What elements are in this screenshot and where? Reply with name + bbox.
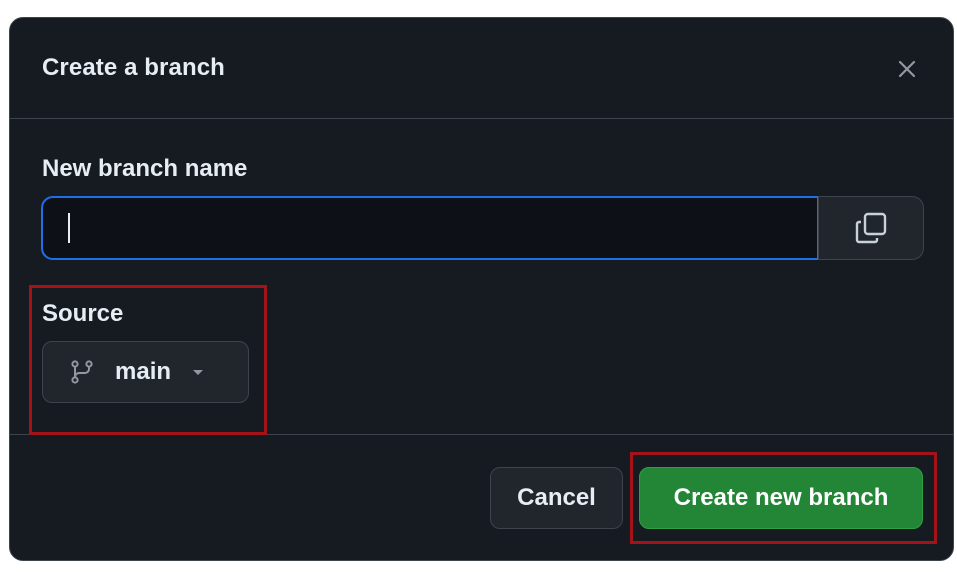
new-branch-name-label: New branch name [42,155,248,182]
create-branch-dialog: Create a branch New branch name Source m… [9,17,954,561]
cancel-button[interactable]: Cancel [490,467,623,529]
new-branch-name-input[interactable] [41,196,819,260]
source-label: Source [42,300,124,327]
dialog-header: Create a branch [10,18,953,119]
footer-divider [10,434,953,435]
source-branch-dropdown[interactable]: main [42,341,249,403]
close-button[interactable] [890,52,924,86]
dialog-title: Create a branch [42,54,225,81]
close-icon [898,60,916,78]
git-branch-icon [69,359,95,385]
copy-button[interactable] [818,196,924,260]
text-caret [68,213,70,243]
triangle-down-icon [191,365,205,379]
copy-icon [855,212,887,244]
source-branch-name: main [115,358,172,385]
new-branch-name-group [41,196,924,260]
create-new-branch-button[interactable]: Create new branch [639,467,923,529]
